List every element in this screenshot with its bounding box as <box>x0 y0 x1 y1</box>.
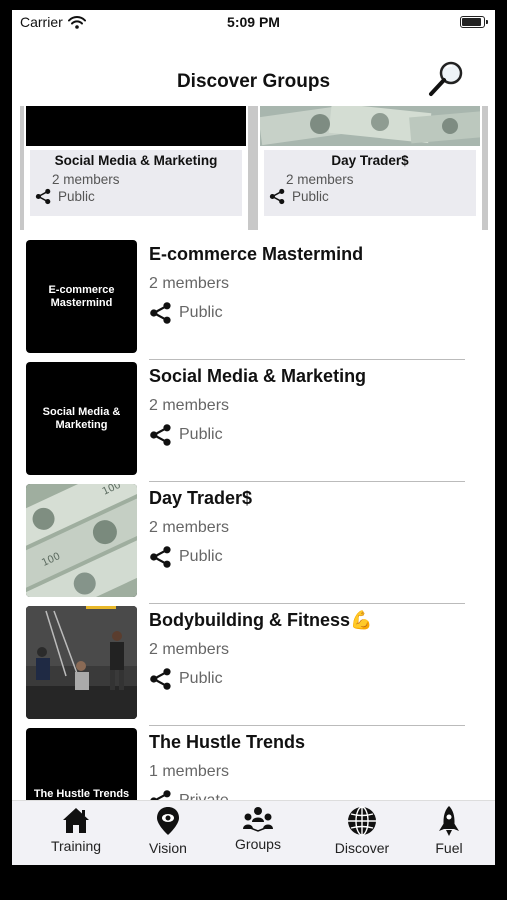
house-icon <box>63 808 89 833</box>
share-icon <box>150 668 171 690</box>
group-members: 2 members <box>149 397 230 414</box>
status-time: 5:09 PM <box>227 14 280 30</box>
group-thumbnail <box>26 606 137 719</box>
group-row-hustle-trends[interactable]: The Hustle Trends The Hustle Trends 1 me… <box>12 726 495 800</box>
money-image <box>260 106 480 146</box>
tab-discover-label: Discover <box>334 840 390 856</box>
group-title: E-commerce Mastermind <box>149 244 364 264</box>
group-members: 2 members <box>149 519 230 536</box>
group-title: Social Media & Marketing <box>149 366 367 386</box>
tab-vision-label: Vision <box>149 840 187 856</box>
search-button[interactable] <box>427 58 467 98</box>
group-privacy-label: Public <box>179 548 223 565</box>
featured-card-title: Social Media & Marketing <box>54 153 218 168</box>
group-members: 2 members <box>149 641 230 658</box>
featured-card-privacy: Public <box>35 188 242 205</box>
group-privacy-label: Public <box>179 670 223 687</box>
status-bar: Carrier 5:09 PM <box>12 10 495 36</box>
group-privacy: Public <box>149 667 223 691</box>
group-row-social-media[interactable]: Social Media & Marketing Social Media & … <box>12 360 495 482</box>
page-title: Discover Groups <box>176 71 331 92</box>
people-icon <box>243 807 273 832</box>
share-icon <box>35 188 51 205</box>
phone-screen: Carrier 5:09 PM Discover Groups Social M… <box>12 10 495 865</box>
share-icon <box>150 546 171 568</box>
group-row-day-trader[interactable]: 100 100 Day Trader$ 2 members Public <box>12 482 495 604</box>
map-pin-icon <box>157 807 179 835</box>
group-thumbnail: E-commerce Mastermind <box>26 240 137 353</box>
featured-card-privacy-label: Public <box>58 189 95 204</box>
share-icon <box>150 424 171 446</box>
group-thumbnail: The Hustle Trends <box>26 728 137 800</box>
tab-groups-label: Groups <box>235 836 281 852</box>
rocket-icon <box>439 806 459 836</box>
featured-card-privacy-label: Public <box>292 189 329 204</box>
featured-card-privacy: Public <box>269 188 476 205</box>
tab-fuel[interactable]: Fuel <box>409 805 489 863</box>
thumbnail-text: The Hustle Trends <box>33 788 130 800</box>
thumbnail-text: Social Media & Marketing <box>42 405 121 431</box>
featured-card[interactable]: Day Trader$ 2 members Public <box>258 106 482 230</box>
group-title: Day Trader$ <box>149 488 253 508</box>
featured-card-image <box>260 106 480 146</box>
group-privacy-label: Private <box>179 792 229 800</box>
globe-icon <box>348 806 376 836</box>
money-image: 100 100 <box>26 484 137 597</box>
thumbnail-text: E-commerce Mastermind <box>48 283 115 309</box>
group-title: Bodybuilding & Fitness💪 <box>149 610 373 630</box>
group-privacy-label: Public <box>179 426 223 443</box>
group-members: 1 members <box>149 763 230 780</box>
featured-card-members: 2 members <box>52 172 120 187</box>
share-icon <box>150 790 171 800</box>
group-row-ecommerce[interactable]: E-commerce Mastermind E-commerce Masterm… <box>12 238 495 360</box>
navigation-bar: Discover Groups <box>12 40 495 104</box>
share-icon <box>269 188 285 205</box>
featured-carousel[interactable]: Social Media & Marketing 2 members Publi… <box>20 106 488 230</box>
group-privacy: Public <box>149 301 223 325</box>
group-privacy: Public <box>149 423 223 447</box>
group-list[interactable]: E-commerce Mastermind E-commerce Masterm… <box>12 238 495 800</box>
group-title: The Hustle Trends <box>149 732 306 752</box>
featured-card-info: Day Trader$ 2 members Public <box>264 150 476 216</box>
featured-card-image <box>26 106 246 146</box>
group-privacy-label: Public <box>179 304 223 321</box>
magnifier-icon <box>429 61 463 96</box>
featured-card[interactable]: Social Media & Marketing 2 members Publi… <box>24 106 248 230</box>
tab-fuel-label: Fuel <box>435 840 463 856</box>
group-privacy: Public <box>149 545 223 569</box>
group-privacy: Private <box>149 789 229 800</box>
featured-card-members: 2 members <box>286 172 354 187</box>
tab-discover[interactable]: Discover <box>322 805 402 863</box>
tab-training[interactable]: Training <box>36 805 116 863</box>
gym-photo-image <box>26 606 137 719</box>
group-thumbnail: Social Media & Marketing <box>26 362 137 475</box>
group-members: 2 members <box>149 275 230 292</box>
share-icon <box>150 302 171 324</box>
tab-vision[interactable]: Vision <box>128 805 208 863</box>
group-row-bodybuilding[interactable]: Bodybuilding & Fitness💪 2 members Public <box>12 604 495 726</box>
tab-groups[interactable]: Groups <box>218 805 298 863</box>
tab-training-label: Training <box>50 838 102 854</box>
tab-bar: Training Vision Groups Discover Fuel <box>12 800 495 865</box>
battery-icon <box>460 16 488 28</box>
group-thumbnail: 100 100 <box>26 484 137 597</box>
featured-card-title: Day Trader$ <box>331 153 409 168</box>
featured-card-info: Social Media & Marketing 2 members Publi… <box>30 150 242 216</box>
